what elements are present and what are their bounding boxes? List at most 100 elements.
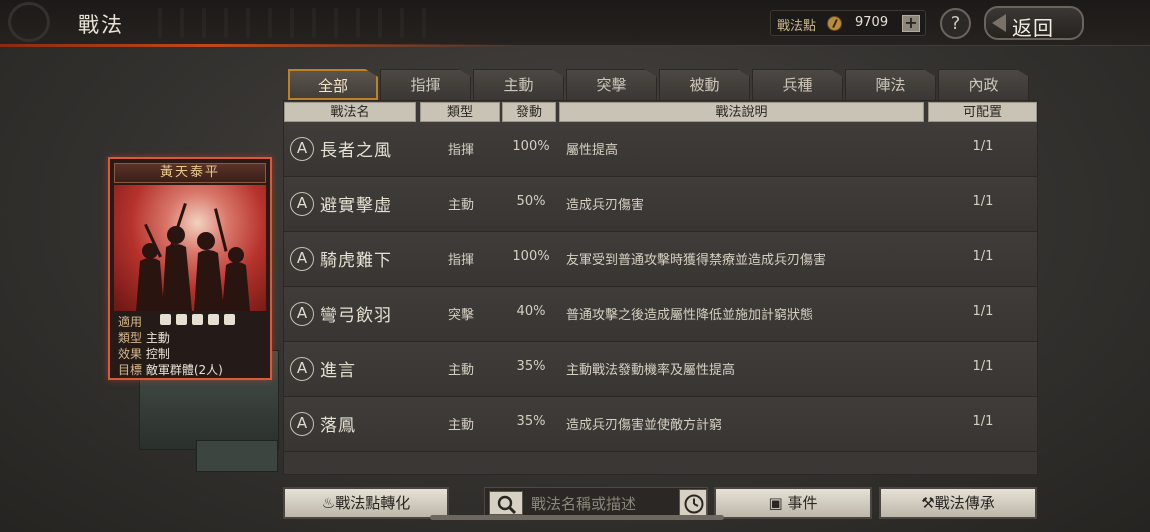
- tactic-type: 主動: [447, 198, 474, 213]
- chariot-icon: [224, 314, 235, 325]
- tactic-rate: 40%: [516, 304, 546, 319]
- grade-badge: A: [290, 357, 314, 381]
- convert-points-label: 戰法點轉化: [335, 494, 411, 512]
- tab-command[interactable]: 指揮: [380, 69, 471, 100]
- hammer-icon: ⚒: [921, 494, 935, 512]
- card-apply-row: 適用: [118, 313, 235, 329]
- cavalry-icon: [160, 314, 171, 325]
- column-header-name[interactable]: 戰法名: [284, 102, 416, 122]
- grade-badge: A: [290, 302, 314, 326]
- column-header-type[interactable]: 類型: [420, 102, 500, 122]
- page-title: 戰法: [78, 13, 124, 37]
- convert-points-button[interactable]: ♨戰法點轉化: [283, 487, 449, 519]
- tactic-rate: 35%: [516, 414, 546, 429]
- card-apply-label: 適用: [118, 315, 143, 329]
- tactic-name: 長者之風: [320, 141, 392, 161]
- search-icon: [497, 495, 517, 515]
- grade-badge: A: [290, 412, 314, 436]
- grade-badge: A: [290, 192, 314, 216]
- tactic-description: 造成兵刃傷害: [566, 198, 645, 213]
- tactic-rate: 100%: [512, 249, 550, 264]
- card-artwork: [114, 185, 266, 311]
- tactic-row[interactable]: A 落鳳 主動 35% 造成兵刃傷害並使敵方計窮 1/1: [284, 397, 1037, 452]
- top-bar: 戰法 戰法點 9709 + ? 返回: [0, 0, 1150, 47]
- tactic-slots: 1/1: [972, 414, 994, 429]
- tactic-description: 屬性提高: [566, 143, 619, 158]
- tactic-name: 落鳳: [320, 416, 356, 436]
- tactic-type: 主動: [447, 363, 474, 378]
- tactic-type: 突擊: [447, 308, 474, 323]
- grade-badge: A: [290, 247, 314, 271]
- selected-tactic-card[interactable]: 黃天泰平 適用 類型 主動 效果 控制 目標 敵軍群體(2人): [108, 157, 272, 380]
- card-target-value: 敵軍群體(2人): [145, 363, 223, 377]
- tactic-description: 主動戰法發動機率及屬性提高: [566, 363, 736, 378]
- tactic-name: 進言: [320, 361, 356, 381]
- tab-all[interactable]: 全部: [288, 69, 378, 100]
- tab-formation[interactable]: 陣法: [845, 69, 936, 100]
- card-target-row: 目標 敵軍群體(2人): [118, 361, 223, 377]
- tactic-point-coin-icon: [827, 16, 842, 31]
- tab-assault[interactable]: 突擊: [566, 69, 657, 100]
- help-button[interactable]: ?: [940, 8, 971, 39]
- tactic-slots: 1/1: [972, 194, 994, 209]
- tactic-row[interactable]: A 騎虎難下 指揮 100% 友軍受到普通攻擊時獲得禁療並造成兵刃傷害 1/1: [284, 232, 1037, 287]
- tactic-name: 避實擊虛: [320, 196, 392, 216]
- tactic-row[interactable]: A 彎弓飲羽 突擊 40% 普通攻擊之後造成屬性降低並施加計窮狀態 1/1: [284, 287, 1037, 342]
- back-arrow-icon: [992, 14, 1006, 32]
- events-button[interactable]: ▣ 事件: [714, 487, 872, 519]
- card-info-panel: 適用 類型 主動 效果 控制 目標 敵軍群體(2人): [114, 311, 266, 377]
- flame-icon: ♨: [321, 494, 336, 512]
- card-effect-label: 效果: [118, 347, 143, 361]
- tactic-row[interactable]: A 進言 主動 35% 主動戰法發動機率及屬性提高 1/1: [284, 342, 1037, 397]
- tactic-slots: 1/1: [972, 249, 994, 264]
- inherit-tactic-button[interactable]: ⚒戰法傳承: [879, 487, 1037, 519]
- column-header-slots[interactable]: 可配置: [928, 102, 1037, 122]
- tactic-type: 主動: [447, 418, 474, 433]
- card-target-label: 目標: [118, 363, 143, 377]
- bow-icon: [192, 314, 203, 325]
- card-type-row: 類型 主動: [118, 329, 170, 345]
- tab-troop-type[interactable]: 兵種: [752, 69, 843, 100]
- search-placeholder: 戰法名稱或描述: [531, 495, 637, 513]
- troop-type-icons: [160, 314, 235, 327]
- card-effect-row: 效果 控制: [118, 345, 170, 361]
- card-type-label: 類型: [118, 331, 143, 345]
- tab-passive[interactable]: 被動: [659, 69, 750, 100]
- tactic-slots: 1/1: [972, 359, 994, 374]
- tactic-points-value: 9709: [855, 15, 889, 30]
- events-label: 事件: [787, 494, 818, 512]
- logo-swirl-icon: [8, 2, 50, 42]
- history-button[interactable]: [679, 489, 707, 517]
- inherit-tactic-label: 戰法傳承: [934, 494, 995, 512]
- tactic-name: 騎虎難下: [320, 251, 392, 271]
- tactic-rate: 35%: [516, 359, 546, 374]
- header-decoration: [140, 8, 440, 38]
- tab-internal-affairs[interactable]: 內政: [938, 69, 1029, 100]
- column-header-description[interactable]: 戰法說明: [559, 102, 924, 122]
- tactic-type: 指揮: [447, 253, 474, 268]
- shield-icon: [176, 314, 187, 325]
- tactic-slots: 1/1: [972, 139, 994, 154]
- tab-active[interactable]: 主動: [473, 69, 564, 100]
- grade-badge: A: [290, 137, 314, 161]
- scroll-indicator[interactable]: [430, 515, 724, 520]
- tactic-points-box: 戰法點 9709 +: [770, 10, 926, 36]
- tactic-name: 彎弓飲羽: [320, 306, 392, 326]
- book-icon: ▣: [768, 494, 783, 512]
- column-header-rate[interactable]: 發動: [502, 102, 556, 122]
- tactic-row[interactable]: A 避實擊虛 主動 50% 造成兵刃傷害 1/1: [284, 177, 1037, 232]
- tactic-slots: 1/1: [972, 304, 994, 319]
- tactic-rate: 100%: [512, 139, 550, 154]
- back-label: 返回: [1012, 16, 1054, 40]
- warriors-silhouette-icon: [136, 203, 250, 311]
- clock-icon: [684, 494, 704, 514]
- spear-icon: [208, 314, 219, 325]
- back-button[interactable]: 返回: [984, 6, 1084, 40]
- app-root: 戰法 戰法點 9709 + ? 返回 全部 指揮 主動 突擊 被動 兵種 陣法 …: [0, 0, 1150, 532]
- add-points-button[interactable]: +: [902, 15, 920, 32]
- search-button[interactable]: [489, 491, 523, 515]
- tactic-description: 普通攻擊之後造成屬性降低並施加計窮狀態: [566, 308, 814, 323]
- tactic-row[interactable]: A 長者之風 指揮 100% 屬性提高 1/1: [284, 122, 1037, 177]
- card-title: 黃天泰平: [114, 163, 266, 183]
- card-stack-back-2: [196, 440, 278, 472]
